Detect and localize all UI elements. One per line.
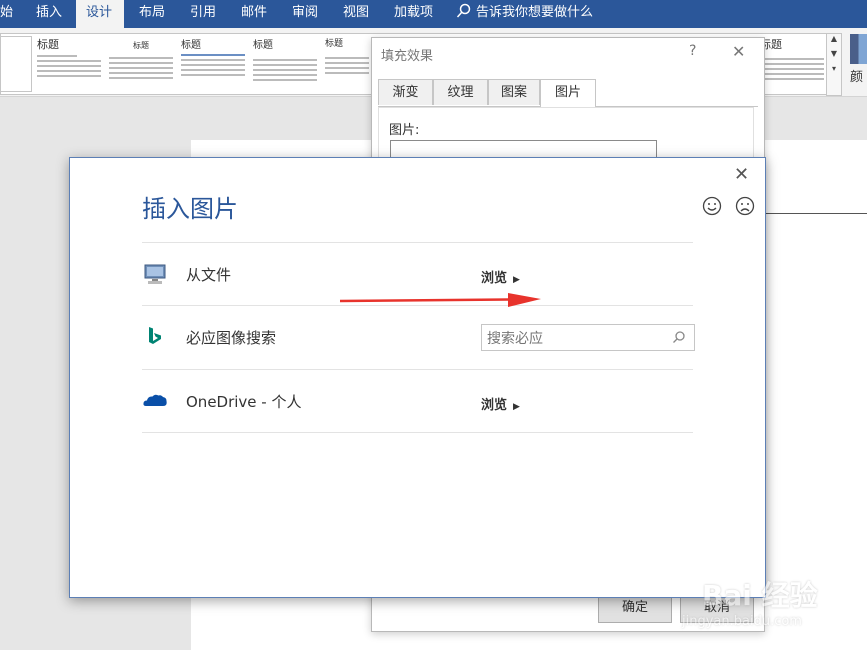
colors-button[interactable]: 颜 <box>850 34 867 96</box>
row-divider <box>142 432 693 433</box>
insert-pictures-dialog: ✕ 插入图片 从文件 浏览 ▶ 必应图像搜索 OneDrive - 个人 浏览 ▶ <box>69 157 766 598</box>
style-thumb[interactable]: 标题 <box>181 36 245 90</box>
style-thumb-title: 标题 <box>181 40 201 51</box>
style-thumb[interactable]: 标题 <box>37 36 101 90</box>
bing-icon <box>142 324 168 350</box>
tab-layout[interactable]: 布局 <box>129 0 175 28</box>
tell-me-text: 告诉我你想要做什么 <box>476 5 594 20</box>
baidu-watermark: Bai 经验 jingyan.baidu.com <box>662 570 862 640</box>
style-thumb[interactable]: 标题 <box>760 36 824 90</box>
caret-right-icon: ▶ <box>513 275 520 285</box>
tab-picture[interactable]: 图片 <box>540 79 596 107</box>
fill-tab-strip: 渐变 纹理 图案 图片 <box>378 79 758 107</box>
scroll-up-icon[interactable]: ▲ <box>827 34 841 43</box>
ribbon-tab-bar: 始 插入 设计 布局 引用 邮件 审阅 视图 加载项 告诉我你想要做什么 <box>0 0 867 28</box>
style-thumb-title: 标题 <box>760 38 782 51</box>
watermark-url: jingyan.baidu.com <box>682 614 802 629</box>
style-thumb[interactable]: 标题 <box>253 36 317 90</box>
row-divider <box>142 369 693 370</box>
help-button[interactable]: ? <box>689 43 696 59</box>
style-thumb-title: 标题 <box>133 41 149 50</box>
tab-gradient[interactable]: 渐变 <box>378 79 433 105</box>
style-thumb-title: 标题 <box>253 40 273 51</box>
onedrive-label: OneDrive - 个人 <box>186 393 302 411</box>
style-thumb-current[interactable] <box>0 36 32 92</box>
tab-view[interactable]: 视图 <box>333 0 379 28</box>
tab-references[interactable]: 引用 <box>180 0 226 28</box>
from-file-label: 从文件 <box>186 266 232 284</box>
style-thumb-title: 标题 <box>37 38 59 51</box>
picture-label: 图片: <box>389 123 420 138</box>
tab-mailings[interactable]: 邮件 <box>231 0 277 28</box>
dialog-title: 填充效果 <box>381 49 434 64</box>
happy-face-icon[interactable] <box>702 196 722 220</box>
sad-face-icon[interactable] <box>735 196 755 220</box>
close-icon[interactable]: ✕ <box>734 164 749 185</box>
tab-pattern[interactable]: 图案 <box>488 79 540 105</box>
tab-design[interactable]: 设计 <box>76 0 124 28</box>
tab-review[interactable]: 审阅 <box>282 0 328 28</box>
gallery-more-icon[interactable]: ▾ <box>827 64 841 73</box>
browse-file-button[interactable]: 浏览 ▶ <box>481 267 520 286</box>
watermark-brand: Bai 经验 <box>702 579 818 612</box>
row-divider <box>142 242 693 243</box>
bing-search-label: 必应图像搜索 <box>186 329 277 347</box>
tab-home[interactable]: 始 <box>0 0 23 28</box>
style-thumb[interactable]: 标题 <box>109 36 173 90</box>
bing-search-input-box[interactable] <box>481 324 695 352</box>
bing-search-input[interactable] <box>482 325 669 352</box>
tab-insert[interactable]: 插入 <box>26 0 72 28</box>
tell-me-box[interactable]: 告诉我你想要做什么 <box>456 0 593 28</box>
browse-label: 浏览 <box>481 271 508 286</box>
tab-addins[interactable]: 加载项 <box>384 0 443 28</box>
browse-onedrive-button[interactable]: 浏览 ▶ <box>481 394 520 413</box>
scroll-down-icon[interactable]: ▼ <box>827 49 841 58</box>
document-rule <box>766 213 867 214</box>
search-icon[interactable] <box>672 330 686 344</box>
close-icon[interactable]: ✕ <box>732 42 745 61</box>
onedrive-icon <box>142 388 168 414</box>
tab-texture[interactable]: 纹理 <box>433 79 488 105</box>
red-arrow-annotation <box>340 293 541 307</box>
computer-icon <box>142 261 168 287</box>
search-icon <box>456 3 471 18</box>
dialog-title: 插入图片 <box>142 195 238 223</box>
gallery-scrollbar[interactable]: ▲ ▼ ▾ <box>826 33 842 96</box>
style-thumb[interactable]: 标题 <box>325 36 369 90</box>
color-swatch-icon <box>850 34 867 64</box>
colors-label: 颜 <box>850 70 864 85</box>
style-thumb-title: 标题 <box>325 39 344 49</box>
browse-label: 浏览 <box>481 398 508 413</box>
caret-right-icon: ▶ <box>513 402 520 412</box>
